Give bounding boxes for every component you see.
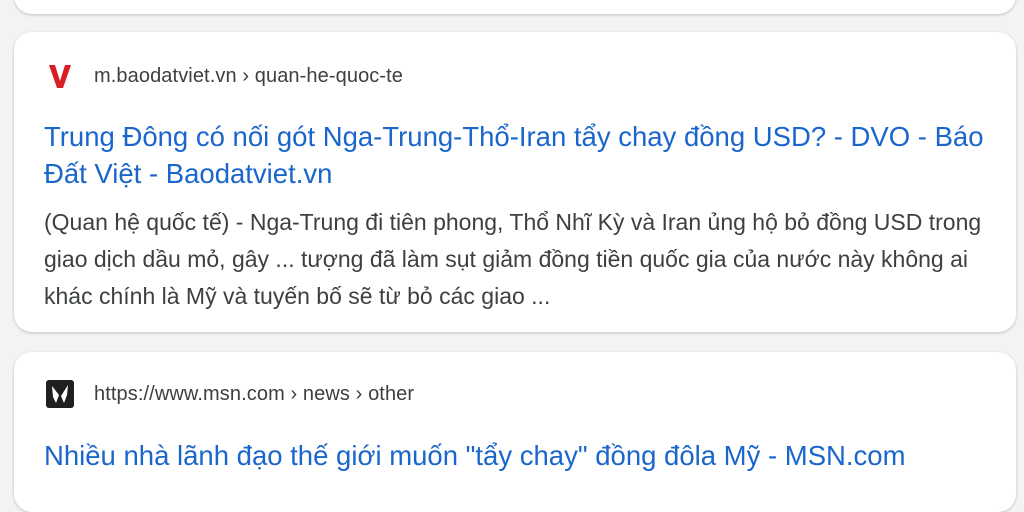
msn-butterfly-icon	[44, 378, 76, 410]
search-result-card: m.baodatviet.vn › quan-he-quoc-te Trung …	[14, 32, 1016, 332]
result-title-link[interactable]: Nhiều nhà lãnh đạo thế giới muốn "tẩy ch…	[44, 437, 986, 474]
result-source-url: m.baodatviet.vn › quan-he-quoc-te	[94, 64, 404, 87]
result-source-row[interactable]: https://www.msn.com › news › other	[44, 378, 414, 410]
search-result-card: https://www.msn.com › news › other Nhiều…	[14, 352, 1016, 512]
result-source-url: https://www.msn.com › news › other	[94, 382, 415, 405]
previous-result-card	[14, 0, 1016, 14]
result-source-row[interactable]: m.baodatviet.vn › quan-he-quoc-te	[44, 60, 403, 92]
result-title-link[interactable]: Trung Đông có nối gót Nga-Trung-Thổ-Iran…	[44, 118, 986, 192]
result-snippet: (Quan hệ quốc tế) - Nga-Trung đi tiên ph…	[44, 209, 982, 309]
v-letter-icon	[44, 60, 76, 92]
